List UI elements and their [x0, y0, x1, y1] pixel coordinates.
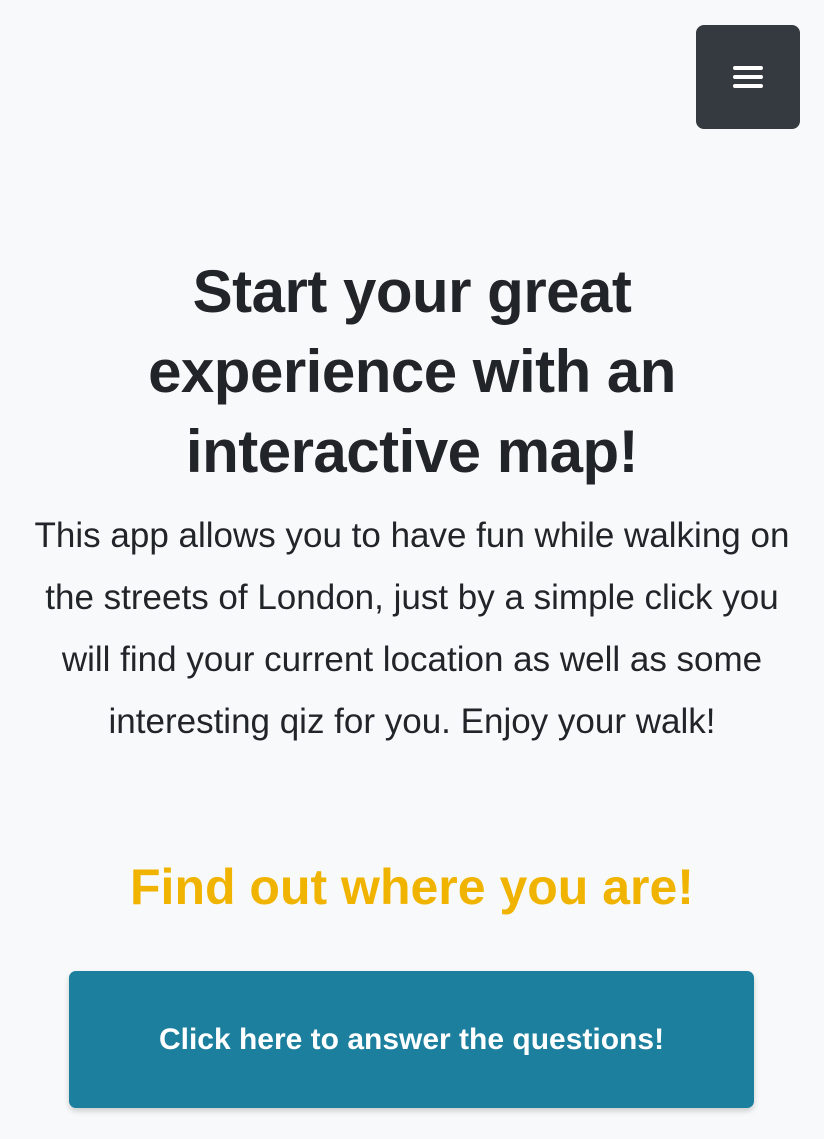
location-heading: Find out where you are! [130, 859, 694, 915]
hero-description: This app allows you to have fun while wa… [34, 516, 790, 741]
answer-questions-button[interactable]: Click here to answer the questions! [69, 971, 754, 1108]
menu-toggle-button[interactable] [696, 25, 800, 129]
hamburger-icon [733, 66, 763, 88]
hero-title: Start your great experience with an inte… [148, 258, 676, 485]
